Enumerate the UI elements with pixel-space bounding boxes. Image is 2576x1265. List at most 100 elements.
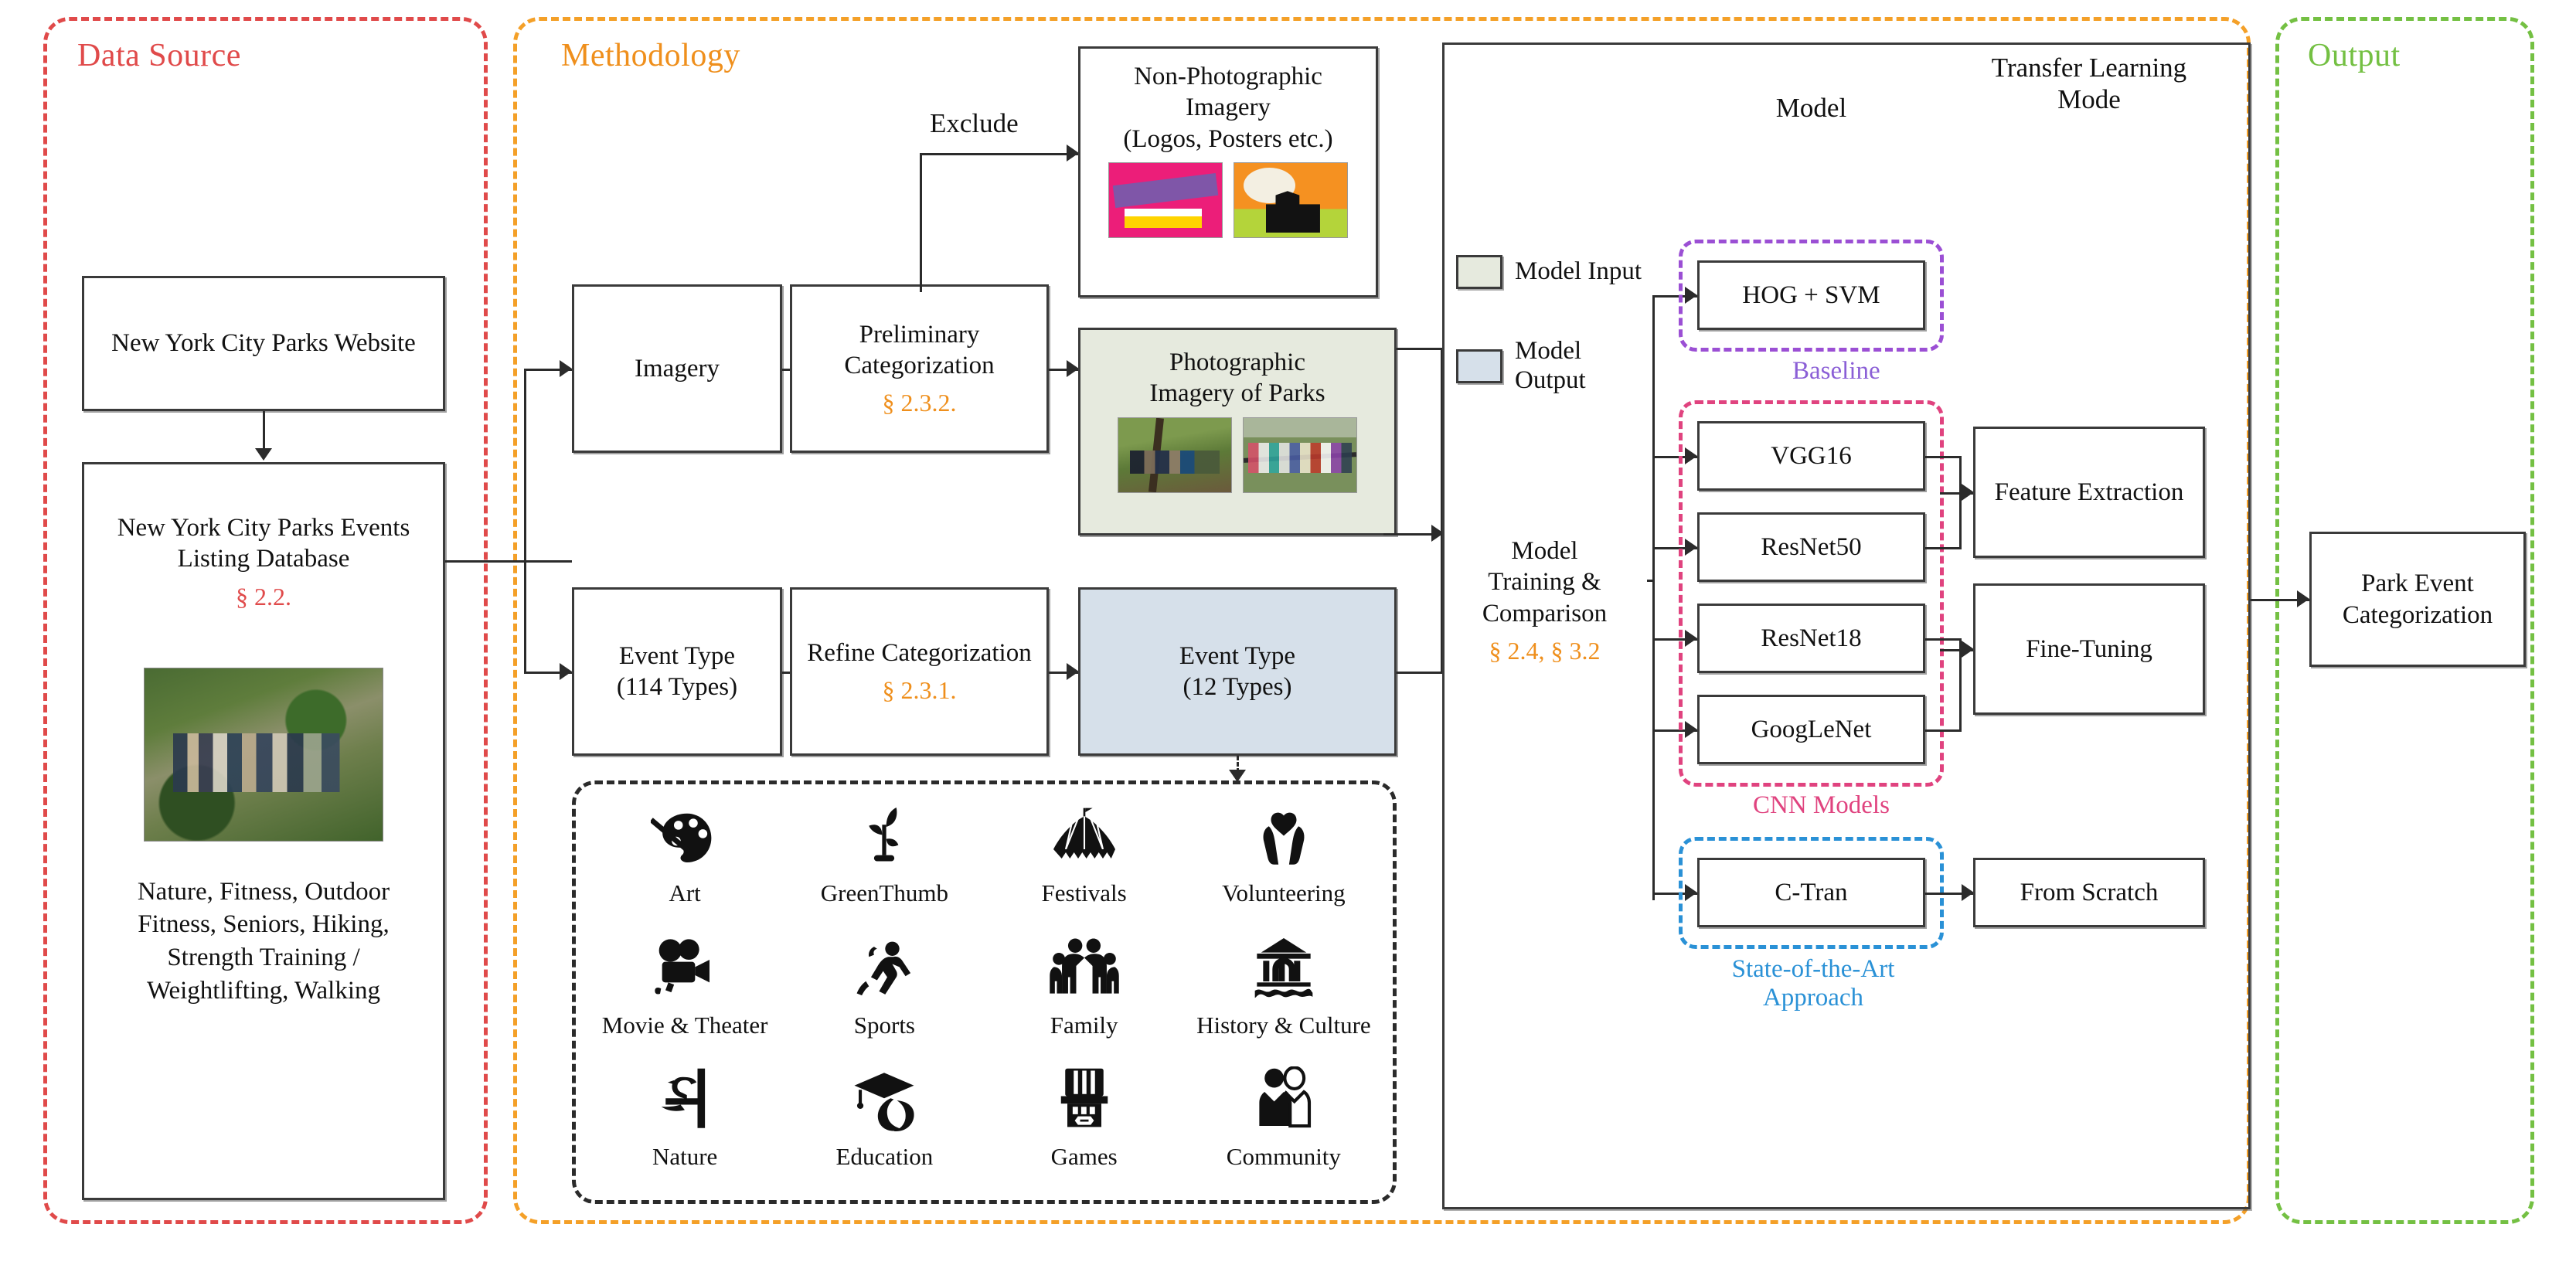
category-games-label: Games	[1050, 1143, 1118, 1171]
movie-camera-icon	[648, 929, 722, 1009]
box-resnet18-label: ResNet18	[1761, 624, 1862, 652]
arrowhead-to-imagery	[560, 360, 572, 377]
box-model-training-line1: Model	[1511, 537, 1578, 566]
flowchart-canvas: Data Source Methodology Output New York …	[0, 0, 2576, 1265]
connector-exclude-vertical	[920, 153, 922, 286]
halloween-poster	[1234, 162, 1348, 238]
box-c-tran: C-Tran	[1697, 858, 1925, 927]
arrowhead-from-scratch	[1962, 884, 1974, 901]
category-education-label: Education	[835, 1143, 934, 1171]
box-imagery-label: Imagery	[635, 354, 720, 383]
box-googlenet-label: GoogLeNet	[1751, 715, 1872, 743]
arrowhead-to-eventtype	[560, 663, 572, 680]
category-games: Games	[985, 1060, 1184, 1192]
box-nonphoto-line1: Non-Photographic	[1134, 63, 1322, 90]
category-art-label: Art	[669, 879, 701, 906]
event-categories-panel: Art GreenThumb Festivals Volunteering Mo…	[572, 780, 1397, 1204]
category-festivals: Festivals	[985, 797, 1184, 929]
box-resnet50-label: ResNet50	[1761, 532, 1862, 561]
box-prelim-cat-label: Preliminary Categorization	[844, 320, 995, 379]
connector-12-right	[1397, 672, 1443, 674]
category-nature-label: Nature	[652, 1143, 718, 1171]
label-state-of-the-art: State-of-the-Art Approach	[1731, 955, 1895, 1012]
heart-in-hands-icon	[1250, 797, 1318, 877]
seedling-icon	[852, 797, 917, 877]
forest-volunteering-photo	[1118, 417, 1232, 493]
connector-training-to-bus	[1647, 580, 1655, 582]
nonphoto-thumbnails	[1108, 162, 1348, 238]
connector-split-vertical	[524, 369, 526, 560]
box-resnet18: ResNet18	[1697, 604, 1925, 673]
category-art: Art	[585, 797, 784, 929]
box-refine-cat-section: § 2.3.1.	[882, 676, 957, 705]
game-booth-icon	[1050, 1060, 1118, 1141]
arrowhead-output	[2297, 590, 2309, 607]
label-cnn-models: CNN Models	[1753, 791, 1890, 819]
box-photo-line1: Photographic	[1169, 349, 1305, 376]
graduation-cap-icon	[850, 1060, 918, 1141]
category-sports-label: Sports	[853, 1011, 915, 1039]
category-community: Community	[1184, 1060, 1383, 1192]
box-photo-line2: Imagery of Parks	[1149, 379, 1325, 408]
region-title-output: Output	[2308, 38, 2401, 73]
box-refine-categorization: Refine Categorization § 2.3.1.	[790, 587, 1049, 756]
park-hiking-photo	[144, 667, 383, 842]
summer-in-the-square-poster	[1108, 162, 1223, 238]
box-googlenet: GoogLeNet	[1697, 695, 1925, 764]
header-model: Model	[1775, 93, 1847, 123]
box-nyc-parks-events-database: New York City Parks Events Listing Datab…	[82, 462, 445, 1200]
connector-db-to-methodology	[445, 560, 572, 563]
box-park-event-categorization: Park Event Categorization	[2309, 532, 2526, 667]
box-prelim-cat-section: § 2.3.2.	[882, 389, 957, 417]
box-event-type-114: Event Type (114 Types)	[572, 587, 782, 756]
box-events-db-label: New York City Parks Events Listing Datab…	[117, 514, 410, 573]
category-history-culture: History & Culture	[1184, 929, 1383, 1061]
box-events-db-section: § 2.2.	[236, 582, 291, 610]
region-title-data-source: Data Source	[77, 38, 241, 73]
connector-to-eventtype-vertical	[524, 560, 526, 672]
box-feature-extraction: Feature Extraction	[1973, 427, 2205, 558]
runner-icon	[852, 929, 917, 1009]
connector-model-bus	[1652, 295, 1655, 900]
arrowhead-prelim-to-photo	[1067, 360, 1079, 377]
label-exclude: Exclude	[930, 108, 1019, 138]
connector-exclude-horizontal	[920, 153, 1078, 155]
category-movie-theater-label: Movie & Theater	[601, 1011, 768, 1039]
box-c-tran-label: C-Tran	[1775, 878, 1848, 906]
bird-on-branch-icon	[651, 1060, 719, 1141]
box-from-scratch-label: From Scratch	[2020, 878, 2159, 906]
legend-swatch-model-output	[1456, 349, 1502, 383]
connector-website-to-db	[263, 411, 265, 450]
connector-googlenet-right	[1925, 729, 1962, 732]
box-nonphoto-line3: (Logos, Posters etc.)	[1123, 124, 1333, 153]
legend-label-model-output: Model Output	[1515, 337, 1586, 394]
legend: Model Input Model Output	[1456, 255, 1649, 444]
events-keywords-text: Nature, Fitness, Outdoor Fitness, Senior…	[137, 877, 390, 1005]
box-vgg16: VGG16	[1697, 421, 1925, 491]
box-model-training-section: § 2.4, § 3.2	[1489, 636, 1601, 665]
circus-tent-icon	[1047, 797, 1121, 877]
box-nyc-parks-website: New York City Parks Website	[82, 276, 445, 411]
box-event-12-line2: (12 Types)	[1183, 673, 1292, 701]
category-movie-theater: Movie & Theater	[585, 929, 784, 1061]
box-photographic-imagery-of-parks: Photographic Imagery of Parks	[1078, 328, 1397, 536]
category-community-label: Community	[1226, 1143, 1341, 1171]
family-group-icon	[1046, 929, 1123, 1009]
box-model-training-line2: Training &	[1488, 568, 1601, 597]
category-greenthumb-label: GreenThumb	[820, 879, 949, 906]
legend-swatch-model-input	[1456, 255, 1502, 289]
connector-fe-merge	[1959, 456, 1962, 547]
category-sports: Sports	[784, 929, 984, 1061]
connector-vgg16-right	[1925, 456, 1962, 458]
box-non-photographic-imagery: Non-Photographic Imagery (Logos, Posters…	[1078, 46, 1378, 298]
box-feature-extraction-label: Feature Extraction	[1994, 478, 2184, 506]
category-family-label: Family	[1050, 1011, 1118, 1039]
box-event-114-line1: Event Type	[618, 641, 736, 670]
legend-row-model-output: Model Output	[1456, 337, 1649, 396]
box-resnet50: ResNet50	[1697, 512, 1925, 582]
connector-resnet18-right	[1925, 638, 1962, 641]
connector-photo-right	[1397, 348, 1443, 350]
box-imagery: Imagery	[572, 284, 782, 453]
box-hog-svm-label: HOG + SVM	[1742, 281, 1880, 309]
arrowhead-exclude	[1067, 145, 1079, 162]
